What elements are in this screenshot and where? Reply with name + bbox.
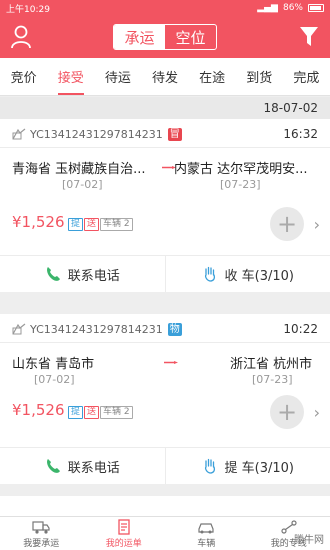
watermark: 腾牛网: [294, 535, 324, 546]
destination-date: [07-23]: [220, 178, 261, 191]
destination-city: 浙江省 杭州市: [230, 357, 313, 372]
destination-city: 内蒙古 达尔罕茂明安...: [174, 162, 308, 177]
phone-icon: [46, 267, 60, 281]
tab-arrived[interactable]: 到货: [236, 58, 283, 95]
date-header: 18-07-02: [0, 97, 330, 119]
route: 青海省 玉树藏族自治... 内蒙古 达尔罕茂明安... [07-02] [07-…: [12, 153, 318, 193]
app-header: 承运 空位: [0, 16, 330, 58]
order-card[interactable]: YC13412431297814231 物 10:22 山东省 青岛市 浙江省 …: [0, 314, 330, 484]
chevron-right-icon[interactable]: ›: [314, 215, 320, 234]
pickup-vehicle-label: 提 车(3/10): [224, 460, 294, 476]
tab-bidding[interactable]: 竞价: [0, 58, 47, 95]
contact-phone-button[interactable]: 联系电话: [0, 448, 165, 484]
add-button[interactable]: +: [270, 395, 304, 429]
hand-icon: [204, 458, 215, 474]
nav-vehicles[interactable]: 车辆: [165, 517, 248, 550]
origin-date: [07-02]: [34, 373, 75, 386]
origin-city: 青海省 玉树藏族自治...: [12, 162, 146, 177]
signal-icon: ▂▄▆: [257, 3, 278, 13]
receive-vehicle-label: 收 车(3/10): [224, 268, 294, 284]
order-number: YC13412431297814231: [30, 127, 163, 141]
phone-icon: [46, 459, 60, 473]
car-icon: [198, 522, 214, 533]
nav-my-orders-label: 我的运单: [105, 538, 142, 549]
status-tabs: 竞价 接受 待运 待发 在途 到货 完成: [0, 58, 330, 96]
truck-icon: [32, 520, 50, 534]
bottom-nav: 我要承运 我的运单 车辆 我的专线: [0, 516, 330, 550]
tab-awaiting-transport[interactable]: 待运: [94, 58, 141, 95]
vehicle-count-badge: 车辆 2: [100, 406, 133, 419]
user-icon[interactable]: [10, 25, 32, 49]
status-bar: 上午10:29 ▂▄▆ 86%: [0, 0, 330, 16]
mode-switch: 承运 空位: [113, 24, 217, 50]
seg-vacancy[interactable]: 空位: [165, 25, 216, 49]
contact-phone-button[interactable]: 联系电话: [0, 256, 165, 292]
battery-level: 86%: [282, 3, 303, 13]
pickup-badge: 提: [68, 406, 84, 419]
contact-phone-label: 联系电话: [67, 268, 120, 284]
nav-carry-label: 我要承运: [23, 538, 60, 549]
next-card-peek: [0, 496, 330, 516]
contact-phone-label: 联系电话: [67, 460, 120, 476]
pickup-badge: 提: [68, 218, 84, 231]
destination-date: [07-23]: [252, 373, 293, 386]
price: ¥1,526: [12, 213, 65, 231]
order-tag: 物: [167, 322, 182, 336]
filter-icon[interactable]: [299, 26, 319, 48]
pickup-vehicle-button[interactable]: 提 车(3/10): [164, 448, 330, 484]
order-icon: [12, 128, 26, 140]
tab-in-transit[interactable]: 在途: [189, 58, 236, 95]
route-arrow-icon: [164, 361, 178, 364]
price: ¥1,526: [12, 401, 65, 419]
order-icon: [12, 323, 26, 335]
tab-completed[interactable]: 完成: [283, 58, 330, 95]
order-time: 10:22: [283, 322, 318, 336]
status-time: 上午10:29: [6, 4, 50, 15]
order-time: 16:32: [283, 127, 318, 141]
order-tag: 冒: [167, 127, 182, 141]
nav-carry[interactable]: 我要承运: [0, 517, 83, 550]
order-card[interactable]: YC13412431297814231 冒 16:32 青海省 玉树藏族自治..…: [0, 119, 330, 292]
hand-icon: [204, 266, 215, 282]
tab-awaiting-dispatch[interactable]: 待发: [141, 58, 188, 95]
tab-accepted[interactable]: 接受: [47, 58, 94, 95]
origin-date: [07-02]: [62, 178, 103, 191]
add-button[interactable]: +: [270, 207, 304, 241]
seg-carrier[interactable]: 承运: [114, 25, 165, 49]
vehicle-count-badge: 车辆 2: [100, 218, 133, 231]
origin-city: 山东省 青岛市: [12, 357, 95, 372]
nav-vehicles-label: 车辆: [197, 538, 216, 549]
order-number: YC13412431297814231: [30, 322, 163, 336]
chevron-right-icon[interactable]: ›: [314, 403, 320, 422]
delivery-badge: 送: [84, 218, 100, 231]
receive-vehicle-button[interactable]: 收 车(3/10): [164, 256, 330, 292]
route: 山东省 青岛市 浙江省 杭州市 [07-02] [07-23]: [12, 348, 318, 388]
nav-my-orders[interactable]: 我的运单: [83, 517, 166, 550]
battery-icon: [308, 4, 324, 12]
delivery-badge: 送: [84, 406, 100, 419]
document-icon: [118, 518, 130, 535]
